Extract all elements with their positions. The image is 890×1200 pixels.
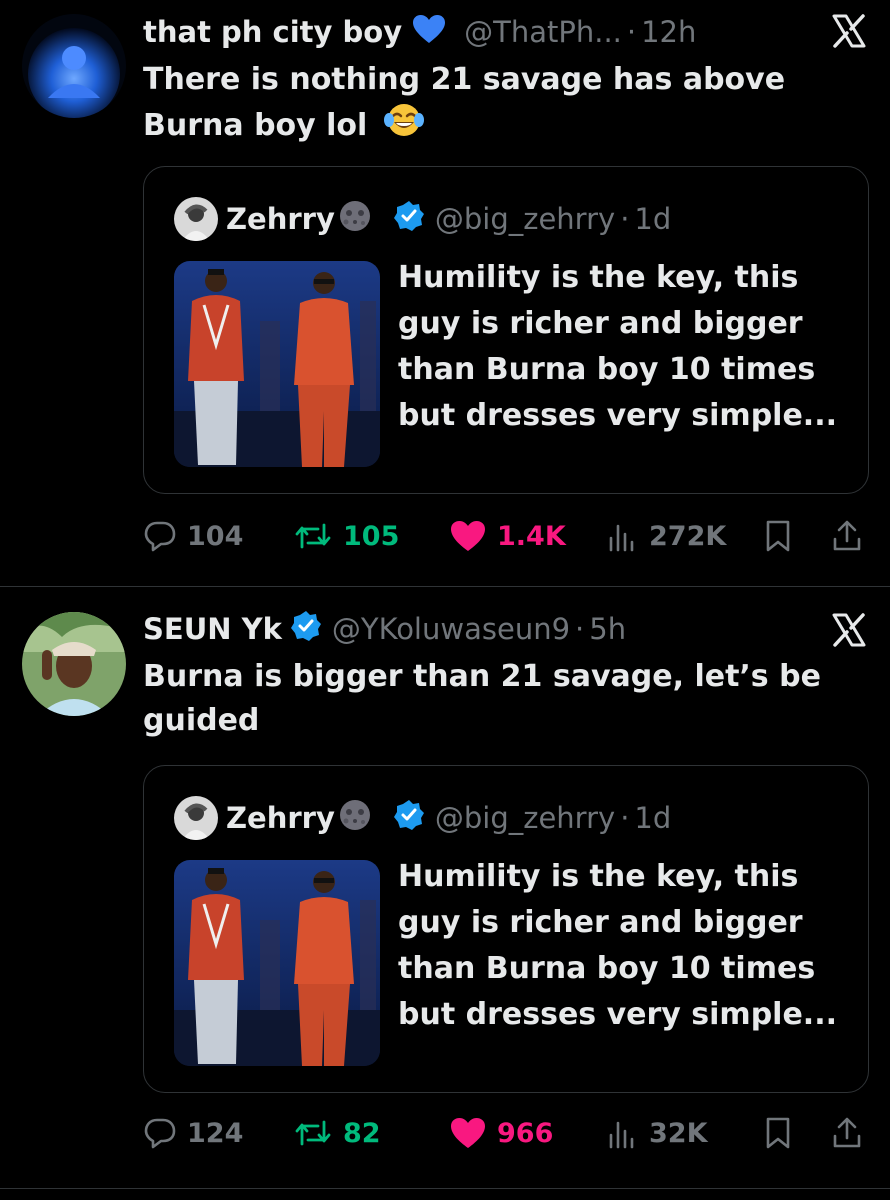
share-button[interactable] [831,1113,873,1153]
reply-button[interactable]: 104 [143,516,243,556]
tweet-actions: 124 82 966 32K [143,1113,870,1153]
reply-count: 124 [187,1117,244,1149]
verified-badge-icon [290,610,322,649]
tweet-text-line: guided [143,703,260,738]
tweet-text-line: Burna boy lol [143,108,368,143]
timestamp[interactable]: 5h [589,612,626,646]
quoted-tweet[interactable]: Zehrry @big_zehrry · 1d Humility is the … [143,765,869,1093]
like-count: 1.4K [497,520,566,552]
like-button[interactable]: 966 [449,1113,553,1153]
views-count: 32K [649,1117,708,1149]
x-logo-icon[interactable] [830,611,868,649]
avatar[interactable] [22,14,126,118]
quote-text-line: guy is richer and bigger [398,306,803,341]
quote-media-image[interactable] [174,860,380,1066]
new-moon-face-icon [337,797,373,840]
like-count: 966 [497,1117,554,1149]
new-moon-face-icon [337,198,373,241]
quote-display-name[interactable]: Zehrry [226,801,335,835]
x-logo-icon[interactable] [830,12,868,50]
like-button[interactable]: 1.4K [449,516,566,556]
retweet-count: 105 [343,520,400,552]
separator-dot: · [575,612,585,646]
quote-text-line: but dresses very simple... [398,997,837,1032]
tweet[interactable]: that ph city boy @ThatPh... · 12h There … [0,0,890,585]
verified-badge-icon [393,200,425,239]
quote-text-line: but dresses very simple... [398,398,837,433]
quote-text-line: than Burna boy 10 times [398,951,816,986]
tweet-text: Burna is bigger than 21 savage, let’s be… [143,655,843,743]
retweet-icon [295,1120,331,1146]
avatar[interactable] [22,612,126,716]
quote-avatar [174,796,218,840]
bookmark-icon [766,520,790,552]
retweet-button[interactable]: 82 [293,1113,381,1153]
bookmark-icon [766,1117,790,1149]
retweet-icon [295,523,331,549]
views-button[interactable]: 32K [605,1113,708,1153]
heart-filled-icon [451,1118,485,1148]
tweet-actions: 104 105 1.4K 272K [143,516,870,556]
handle[interactable]: @YKoluwaseun9 [332,612,570,646]
display-name[interactable]: SEUN Yk [143,612,282,646]
quote-text: Humility is the key, this guy is richer … [398,255,838,439]
tweet-header: SEUN Yk @YKoluwaseun9 · 5h [143,609,626,649]
share-icon [833,520,861,551]
quote-header: Zehrry @big_zehrry · 1d [174,197,671,241]
timestamp[interactable]: 12h [641,15,696,49]
quoted-tweet[interactable]: Zehrry @big_zehrry · 1d Humility is the … [143,166,869,494]
quote-text-line: than Burna boy 10 times [398,352,816,387]
bookmark-button[interactable] [763,1113,803,1153]
quote-media-image[interactable] [174,261,380,467]
verified-badge-icon [393,799,425,838]
reply-icon [144,521,176,552]
quote-header: Zehrry @big_zehrry · 1d [174,796,671,840]
separator-dot: · [620,801,630,835]
views-button[interactable]: 272K [605,516,726,556]
separator-dot: · [620,202,630,236]
tweet-text-line: There is nothing 21 savage has above [143,62,786,97]
reply-button[interactable]: 124 [143,1113,243,1153]
retweet-count: 82 [343,1117,381,1149]
quote-text: Humility is the key, this guy is richer … [398,854,838,1038]
quote-text-line: guy is richer and bigger [398,905,803,940]
separator-dot: · [626,15,637,49]
tweet-text: There is nothing 21 savage has above Bur… [143,58,843,151]
quote-timestamp[interactable]: 1d [634,202,671,236]
display-name[interactable]: that ph city boy [143,15,402,49]
quote-timestamp[interactable]: 1d [634,801,671,835]
tweet-text-line: Burna is bigger than 21 savage, let’s be [143,659,821,694]
share-button[interactable] [831,516,873,556]
quote-text-line: Humility is the key, this [398,260,799,295]
reply-count: 104 [187,520,244,552]
heart-filled-icon [451,521,485,551]
retweet-button[interactable]: 105 [293,516,399,556]
bookmark-button[interactable] [763,516,803,556]
quote-handle[interactable]: @big_zehrry [435,801,615,835]
blue-heart-icon [412,14,446,51]
views-count: 272K [649,520,727,552]
reply-icon [144,1118,176,1149]
tweet-header: that ph city boy @ThatPh... · 12h [143,12,696,52]
handle[interactable]: @ThatPh... [464,15,622,49]
quote-avatar [174,197,218,241]
quote-handle[interactable]: @big_zehrry [435,202,615,236]
tweet-divider [0,1188,890,1189]
share-icon [833,1117,861,1148]
tears-of-joy-icon [383,102,424,151]
quote-display-name[interactable]: Zehrry [226,202,335,236]
quote-text-line: Humility is the key, this [398,859,799,894]
views-chart-icon [609,524,634,552]
views-chart-icon [609,1121,634,1149]
tweet[interactable]: SEUN Yk @YKoluwaseun9 · 5h Burna is bigg… [0,587,890,1187]
